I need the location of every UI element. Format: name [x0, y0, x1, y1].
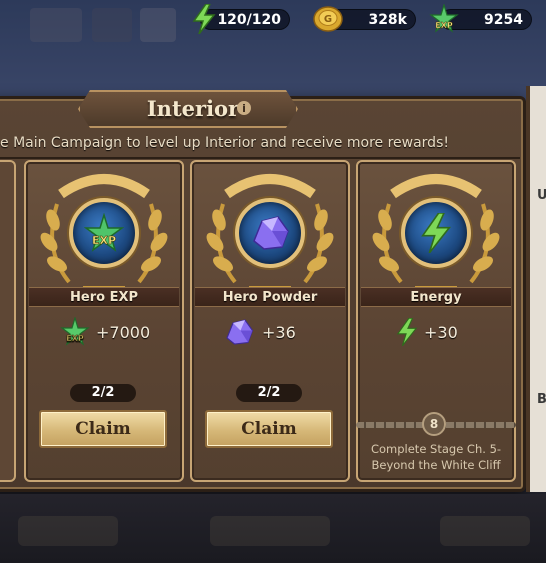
exp-badge: EXP — [92, 234, 116, 247]
energy-bolt-icon — [396, 318, 418, 346]
divider — [0, 157, 520, 159]
exp-star-icon: EXP — [60, 317, 90, 346]
resource-bar: 120/120 328k G 9254 EXP — [0, 0, 546, 42]
reward-amount: +36 — [222, 315, 296, 349]
bottom-nav-item[interactable] — [18, 516, 118, 546]
adjacent-panel — [526, 86, 546, 492]
claim-button[interactable]: Claim — [39, 410, 167, 448]
reward-value: +30 — [424, 322, 458, 342]
card-title: Hero EXP — [29, 287, 179, 307]
energy-icon — [421, 213, 451, 253]
info-icon[interactable]: i — [237, 101, 251, 115]
reward-value: +7000 — [96, 322, 151, 342]
background-figure — [30, 8, 82, 42]
lock-icon: 8 — [422, 412, 446, 436]
exp-value: 9254 — [484, 11, 523, 28]
energy-value: 120/120 — [217, 11, 281, 28]
svg-text:G: G — [324, 14, 332, 25]
reward-amount: EXP +7000 — [60, 315, 150, 349]
exp-badge: EXP — [435, 21, 453, 30]
medal-hero-exp: EXP — [39, 170, 169, 294]
gold-value: 328k — [368, 11, 407, 28]
medal-ring — [401, 198, 471, 268]
powder-icon — [226, 319, 254, 345]
requirement-line: Complete Stage Ch. 5- — [370, 442, 502, 456]
medal-ring: EXP — [69, 198, 139, 268]
medal-hero-powder — [205, 170, 335, 294]
adjacent-panel-text: B — [537, 392, 546, 407]
reward-amount: +30 — [396, 315, 458, 349]
adjacent-panel-text: U — [537, 188, 546, 203]
claim-progress: 2/2 — [70, 384, 136, 402]
exp-icon: EXP — [84, 213, 124, 252]
panel-title: Interior — [146, 96, 240, 121]
background-figure — [140, 8, 176, 42]
unlock-requirement: Complete Stage Ch. 5- Beyond the White C… — [360, 441, 512, 473]
card-title: Energy — [361, 287, 511, 307]
bottom-nav-item[interactable] — [210, 516, 330, 546]
claim-progress: 2/2 — [236, 384, 302, 402]
reward-value: +36 — [262, 322, 296, 342]
requirement-line: Beyond the White Cliff — [371, 458, 501, 472]
powder-icon — [253, 216, 289, 250]
background-figure — [92, 8, 132, 42]
bottom-nav-item[interactable] — [440, 516, 530, 546]
exp-star-icon: EXP — [429, 4, 459, 33]
panel-subtitle: e Main Campaign to level up Interior and… — [0, 135, 449, 151]
medal-energy — [371, 170, 501, 294]
medal-ring — [235, 198, 305, 268]
gold-coin-icon: G — [313, 6, 343, 32]
claim-button[interactable]: Claim — [205, 410, 333, 448]
energy-bolt-icon — [192, 4, 216, 34]
previous-card-partial — [0, 160, 16, 482]
exp-badge: EXP — [66, 334, 84, 343]
card-title: Hero Powder — [195, 287, 345, 307]
